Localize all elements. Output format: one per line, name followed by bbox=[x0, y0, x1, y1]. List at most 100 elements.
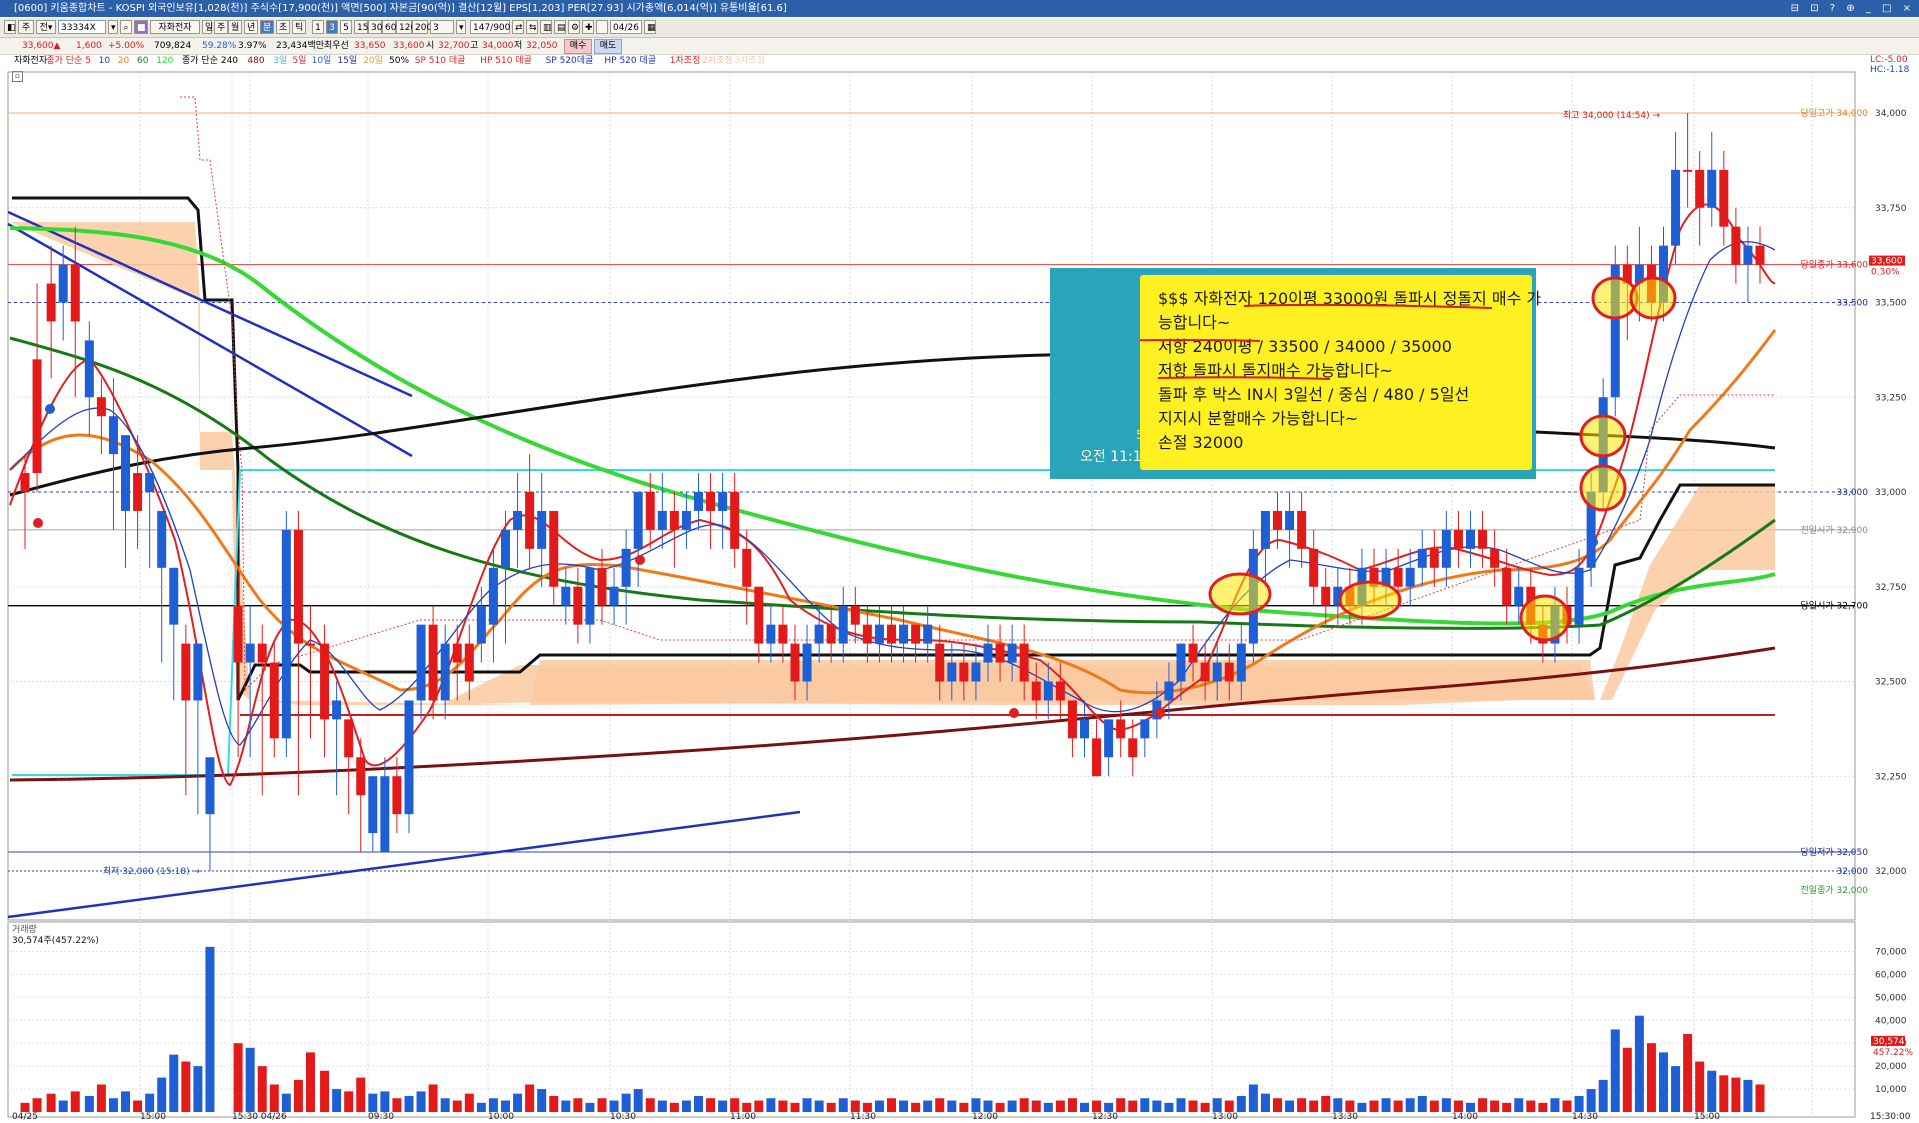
candle-body bbox=[1031, 681, 1041, 701]
time-tick-label: 12:00 bbox=[972, 1112, 998, 1122]
candle-body bbox=[778, 624, 788, 644]
volume-bar bbox=[20, 1102, 30, 1112]
volume-bar bbox=[1128, 1100, 1138, 1112]
volume-bar bbox=[778, 1100, 788, 1112]
volume-bar bbox=[1658, 1052, 1668, 1112]
volume-bar bbox=[935, 1098, 945, 1112]
volume-bar bbox=[1429, 1100, 1439, 1112]
candle-body bbox=[1574, 567, 1584, 625]
volume-bar bbox=[1116, 1098, 1126, 1112]
volume-bar bbox=[838, 1098, 848, 1112]
candle-body bbox=[585, 567, 595, 625]
volume-bar bbox=[1695, 1061, 1705, 1112]
time-tick-label: 15:00 bbox=[140, 1112, 166, 1122]
candle-body bbox=[814, 624, 824, 644]
candle-body bbox=[1224, 662, 1234, 682]
candle-body bbox=[609, 586, 619, 606]
trend-line-3 bbox=[7, 810, 801, 919]
candle-body bbox=[233, 605, 243, 663]
candle-body bbox=[995, 643, 1005, 663]
volume-bar bbox=[476, 1102, 486, 1112]
price-tick-label: 34,000 bbox=[1875, 109, 1907, 119]
candle-body bbox=[1478, 529, 1488, 549]
volume-bar bbox=[802, 1098, 812, 1112]
price-panel-frame bbox=[7, 71, 1856, 921]
volume-bar bbox=[404, 1095, 414, 1112]
volume-bar bbox=[1622, 1047, 1632, 1112]
volume-bar bbox=[233, 1043, 243, 1112]
volume-bar bbox=[1345, 1100, 1355, 1112]
volume-bar bbox=[959, 1102, 969, 1112]
price-level-label: 전일시가 32,900 bbox=[1801, 525, 1869, 536]
volume-bar bbox=[1321, 1095, 1331, 1112]
candle-body bbox=[742, 548, 752, 587]
candle-body bbox=[754, 586, 764, 644]
volume-bar bbox=[181, 1061, 191, 1112]
volume-bar bbox=[1574, 1095, 1584, 1112]
candle-body bbox=[305, 643, 315, 646]
volume-bar bbox=[1586, 1089, 1596, 1112]
candle-body bbox=[464, 643, 474, 682]
volume-bar bbox=[657, 1100, 667, 1112]
volume-bar bbox=[500, 1100, 510, 1112]
candle-body bbox=[1297, 510, 1307, 549]
volume-bar bbox=[1212, 1098, 1222, 1112]
volume-bar bbox=[245, 1047, 255, 1112]
candle-body bbox=[657, 510, 667, 530]
price-chart[interactable]: 거래량30,574주(457.22%) 70,000 60,000 50,000 40,… bbox=[0, 0, 1919, 1123]
time-tick-label: 10:30 bbox=[610, 1112, 636, 1122]
candle-body bbox=[874, 624, 884, 644]
volume-bar bbox=[561, 1100, 571, 1112]
volume-bar bbox=[1405, 1098, 1415, 1112]
volume-bar bbox=[899, 1100, 909, 1112]
volume-bar bbox=[1079, 1102, 1089, 1112]
candle-body bbox=[1272, 510, 1282, 530]
volume-bar bbox=[790, 1102, 800, 1112]
volume-bar bbox=[886, 1098, 896, 1112]
candle-body bbox=[1441, 529, 1451, 568]
volume-bar bbox=[1562, 1100, 1572, 1112]
volume-bar bbox=[754, 1100, 764, 1112]
price-tick-label: 33,500 bbox=[1875, 299, 1907, 309]
volume-bar bbox=[356, 1077, 366, 1112]
volume-bar bbox=[621, 1093, 631, 1112]
time-tick-label: 11:30 bbox=[850, 1112, 876, 1122]
volume-bar bbox=[1152, 1100, 1162, 1112]
volume-bar bbox=[169, 1054, 179, 1112]
signal-dot bbox=[33, 518, 43, 528]
volume-bar bbox=[573, 1098, 583, 1112]
time-tick-label: 11:00 bbox=[730, 1112, 756, 1122]
candle-body bbox=[181, 643, 191, 701]
volume-badge-text: 30,574 bbox=[1873, 1037, 1905, 1047]
candle-body bbox=[133, 473, 143, 511]
volume-bar bbox=[1019, 1098, 1029, 1112]
volume-tick-label: 70,000 bbox=[1875, 947, 1907, 957]
candle-body bbox=[428, 624, 438, 701]
volume-bar bbox=[257, 1066, 267, 1112]
candle-body bbox=[269, 662, 279, 739]
volume-tick-label: 40,000 bbox=[1875, 1016, 1907, 1026]
candle-body bbox=[193, 643, 203, 701]
current-price-badge-text: 33,600 bbox=[1871, 257, 1903, 267]
volume-bar bbox=[669, 1102, 679, 1112]
volume-bar bbox=[1236, 1095, 1246, 1112]
candle-body bbox=[416, 624, 426, 701]
volume-bar bbox=[609, 1100, 619, 1112]
volume-bar bbox=[1731, 1077, 1741, 1112]
time-tick-label: 09:30 bbox=[368, 1112, 394, 1122]
candle-body bbox=[1236, 643, 1246, 682]
candle-body bbox=[899, 624, 909, 644]
volume-bar bbox=[281, 1093, 291, 1112]
volume-bar bbox=[923, 1100, 933, 1112]
candle-body bbox=[911, 624, 921, 644]
volume-bar bbox=[1055, 1100, 1065, 1112]
price-tick-label: 33,000 bbox=[1875, 488, 1907, 498]
candle-body bbox=[96, 397, 106, 417]
volume-bar bbox=[1224, 1100, 1234, 1112]
volume-bar bbox=[513, 1093, 523, 1112]
volume-bar bbox=[1671, 1066, 1681, 1112]
candle-body bbox=[850, 605, 860, 625]
candle-body bbox=[983, 643, 993, 663]
volume-bar bbox=[46, 1093, 56, 1112]
candle-body bbox=[1079, 719, 1089, 739]
